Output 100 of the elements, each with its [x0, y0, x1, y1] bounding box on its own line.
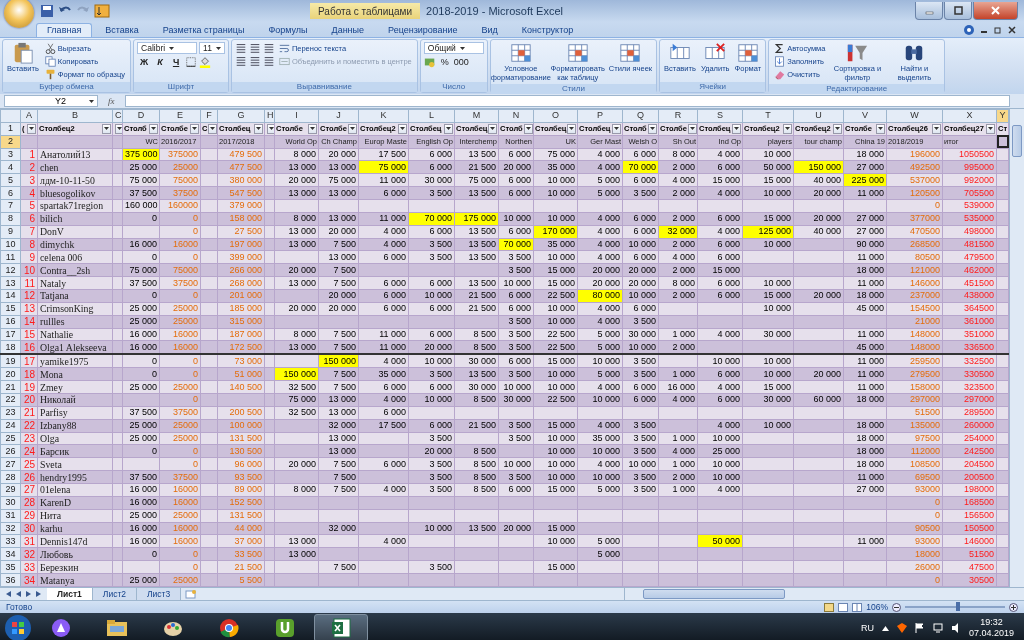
- filter-dropdown-button[interactable]: [27, 123, 36, 134]
- table-cell: 13 500: [454, 186, 499, 200]
- filter-dropdown-button[interactable]: [102, 123, 111, 134]
- ribbon-tab[interactable]: Вставка: [94, 23, 150, 37]
- filter-dropdown-button[interactable]: [876, 123, 885, 134]
- ribbon-tab[interactable]: Формулы: [257, 23, 319, 37]
- filter-dropdown-button[interactable]: [648, 123, 657, 134]
- slider-thumb[interactable]: [956, 602, 960, 611]
- filter-dropdown-button[interactable]: [398, 123, 407, 134]
- vertical-scrollbar[interactable]: [1009, 109, 1024, 587]
- table-cell: Izbany88: [37, 419, 113, 433]
- filter-dropdown-button[interactable]: [254, 123, 263, 134]
- dropdown-field[interactable]: Общий: [423, 42, 484, 54]
- dropdown-field[interactable]: Calibri: [137, 42, 198, 54]
- format-button[interactable]: Ж: [137, 55, 152, 68]
- ribbon-tab[interactable]: Разметка страницы: [151, 23, 256, 37]
- filter-dropdown-button[interactable]: [523, 123, 533, 134]
- table-cell: 2 000: [658, 238, 698, 251]
- table-cell: 7: [20, 225, 38, 239]
- column-letter[interactable]: W: [886, 109, 943, 123]
- maximize-button[interactable]: [944, 2, 972, 20]
- column-letter[interactable]: S: [697, 109, 743, 123]
- name-box[interactable]: Y2: [4, 95, 98, 107]
- sheet-tab[interactable]: Лист3: [137, 588, 182, 600]
- active-cell[interactable]: [996, 135, 1009, 149]
- sheet-tab[interactable]: Лист2: [92, 588, 137, 600]
- column-letter[interactable]: Q: [622, 109, 659, 123]
- column-letter[interactable]: C: [112, 109, 123, 123]
- table-cell: 204500: [942, 457, 997, 471]
- column-letter[interactable]: T: [742, 109, 794, 123]
- filter-dropdown-button[interactable]: [208, 123, 217, 134]
- filter-dropdown-button[interactable]: [612, 123, 621, 134]
- sheet-tab[interactable]: Лист1: [47, 588, 93, 600]
- table-cell: 5 000: [577, 534, 623, 548]
- column-letter[interactable]: V: [843, 109, 887, 123]
- ribbon-tab[interactable]: Вид: [470, 23, 509, 37]
- table-cell: 2 000: [658, 289, 698, 303]
- format-button[interactable]: Ч: [169, 55, 184, 68]
- table-cell: 11 000: [358, 328, 409, 341]
- table-cell: 11 000: [843, 328, 887, 341]
- table-cell: 351000: [942, 328, 997, 341]
- format-button[interactable]: 000: [453, 55, 468, 68]
- table-cell: 7 500: [318, 470, 359, 484]
- filter-dropdown-button[interactable]: [687, 123, 697, 134]
- column-letter[interactable]: B: [37, 109, 113, 123]
- filter-dropdown-button[interactable]: [190, 123, 199, 134]
- filter-dropdown-button[interactable]: [115, 123, 122, 134]
- column-letter[interactable]: M: [454, 109, 499, 123]
- language-indicator[interactable]: RU: [860, 623, 874, 633]
- close-button[interactable]: [973, 2, 1018, 20]
- filter-dropdown-button[interactable]: [348, 123, 357, 134]
- ribbon-tab[interactable]: Данные: [320, 23, 376, 37]
- caret-icon: [490, 127, 496, 131]
- dropdown-field[interactable]: 11: [199, 42, 225, 54]
- table-cell: 3 500: [622, 444, 659, 458]
- group-title: Выравнивание: [231, 82, 417, 92]
- column-letter[interactable]: J: [318, 109, 359, 123]
- table-cell: 2: [20, 160, 38, 174]
- filter-dropdown-button[interactable]: [149, 123, 158, 134]
- table-cell: 3 500: [498, 250, 534, 264]
- column-letter[interactable]: X: [942, 109, 997, 123]
- filter-dropdown-button[interactable]: [833, 123, 842, 134]
- column-letter[interactable]: K: [358, 109, 409, 123]
- column-letter[interactable]: P: [577, 109, 623, 123]
- column-letter[interactable]: L: [408, 109, 455, 123]
- table-cell: 19: [20, 380, 38, 394]
- formula-input[interactable]: [124, 95, 1010, 107]
- format-button[interactable]: К: [153, 55, 168, 68]
- filter-dropdown-button[interactable]: [444, 123, 453, 134]
- filter-dropdown-button[interactable]: [567, 123, 577, 134]
- table-cell: 7 500: [318, 276, 359, 290]
- column-letter[interactable]: D: [122, 109, 160, 123]
- filter-dropdown-button[interactable]: [488, 123, 498, 134]
- table-cell: 51500: [942, 547, 997, 561]
- format-button[interactable]: %: [437, 55, 452, 68]
- filter-dropdown-button[interactable]: [267, 123, 274, 134]
- column-letter[interactable]: U: [793, 109, 844, 123]
- ribbon-tab[interactable]: Конструктор: [510, 23, 585, 37]
- table-cell: 201 000: [217, 289, 265, 303]
- column-letter[interactable]: R: [658, 109, 698, 123]
- column-letter[interactable]: G: [217, 109, 265, 123]
- minimize-button[interactable]: [915, 2, 943, 20]
- table-cell: 20 000: [408, 444, 455, 458]
- table-cell: 20 000: [793, 367, 844, 381]
- column-letter[interactable]: E: [159, 109, 201, 123]
- filter-dropdown-button[interactable]: [308, 123, 317, 134]
- column-letter[interactable]: I: [274, 109, 319, 123]
- table-cell: 28: [20, 496, 38, 510]
- column-letter[interactable]: N: [498, 109, 534, 123]
- filter-dropdown-button[interactable]: [986, 123, 995, 134]
- function-button[interactable]: fx: [102, 96, 121, 106]
- filter-dropdown-button[interactable]: [783, 123, 792, 134]
- filter-dropdown-button[interactable]: [932, 123, 941, 134]
- column-letter[interactable]: H: [264, 109, 275, 123]
- ribbon-tab[interactable]: Главная: [36, 23, 93, 37]
- clock-time: 19:32: [980, 617, 1003, 628]
- ribbon-tab[interactable]: Рецензирование: [377, 23, 469, 37]
- column-letter[interactable]: O: [533, 109, 578, 123]
- filter-dropdown-button[interactable]: [732, 123, 741, 134]
- taskbar-button[interactable]: [314, 614, 368, 640]
